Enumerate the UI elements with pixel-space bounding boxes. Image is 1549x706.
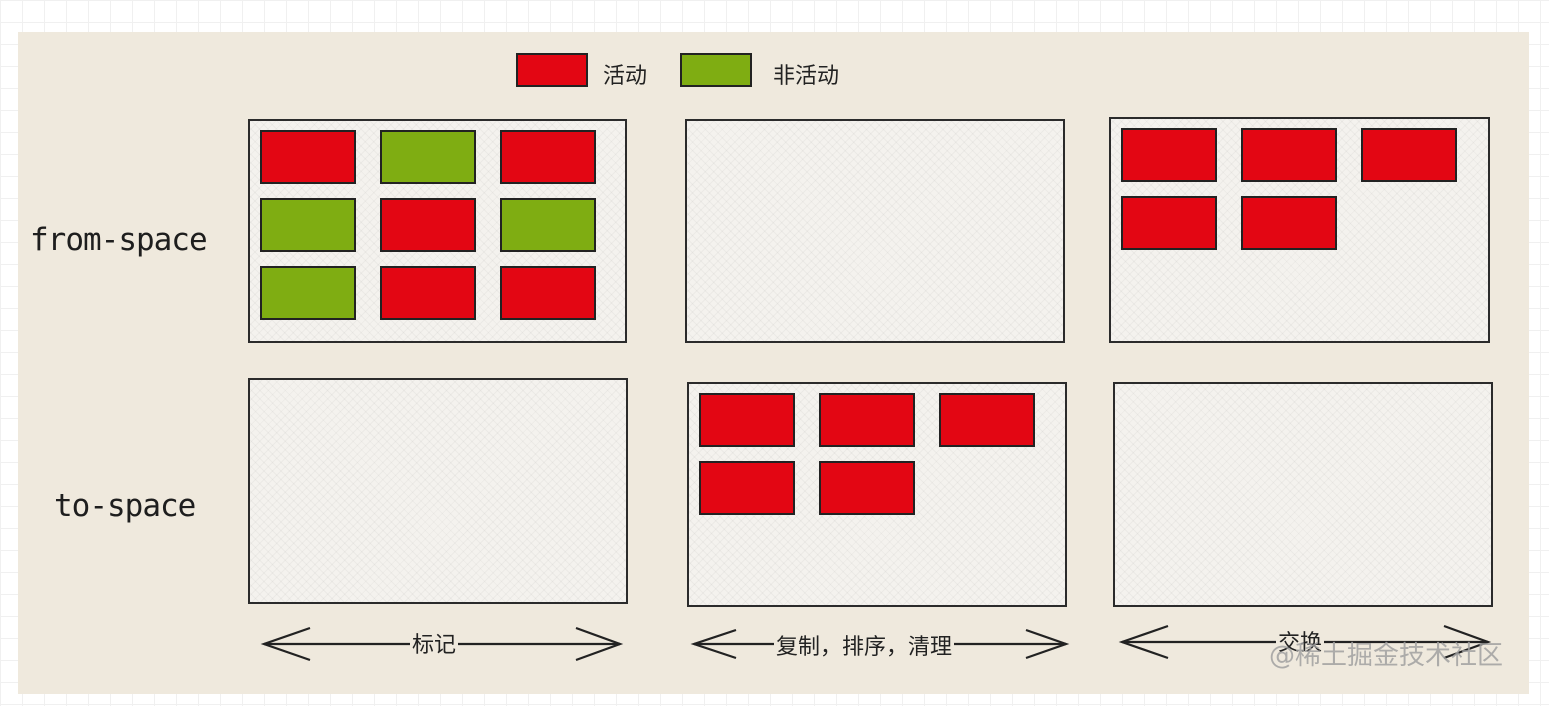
active-memory-block: [819, 393, 915, 447]
active-memory-block: [699, 393, 795, 447]
panel-swap-from-space: [1109, 117, 1490, 343]
panel-swap-to-space: [1113, 382, 1493, 607]
row-label-to-space: to-space: [54, 488, 196, 524]
legend-label-active: 活动: [603, 64, 648, 89]
active-memory-block: [500, 130, 596, 184]
step-label-mark: 标记: [410, 627, 459, 659]
watermark: @稀土掘金技术社区: [1268, 641, 1503, 671]
active-memory-block: [1241, 196, 1337, 250]
active-memory-block: [380, 266, 476, 320]
legend-swatch-active: [516, 53, 588, 87]
inactive-memory-block: [380, 130, 476, 184]
step-label-copy-sort-clean: 复制，排序，清理: [774, 629, 955, 661]
active-memory-block: [260, 130, 356, 184]
active-memory-block: [939, 393, 1035, 447]
semispace-gc-diagram: 活动 非活动 from-space to-space 标记 复制，排序，清理 交…: [18, 32, 1529, 694]
row-label-from-space: from-space: [30, 222, 208, 258]
active-memory-block: [819, 461, 915, 515]
inactive-memory-block: [260, 198, 356, 252]
active-memory-block: [1361, 128, 1457, 182]
legend-swatch-inactive: [680, 53, 752, 87]
panel-mark-to-space: [248, 378, 628, 604]
inactive-memory-block: [260, 266, 356, 320]
panel-mark-from-space: [248, 119, 627, 343]
inactive-memory-block: [500, 198, 596, 252]
active-memory-block: [500, 266, 596, 320]
panel-copy-to-space: [687, 382, 1067, 607]
legend-label-inactive: 非活动: [773, 64, 840, 89]
active-memory-block: [380, 198, 476, 252]
panel-copy-from-space: [685, 119, 1065, 343]
active-memory-block: [1241, 128, 1337, 182]
active-memory-block: [1121, 128, 1217, 182]
active-memory-block: [699, 461, 795, 515]
active-memory-block: [1121, 196, 1217, 250]
